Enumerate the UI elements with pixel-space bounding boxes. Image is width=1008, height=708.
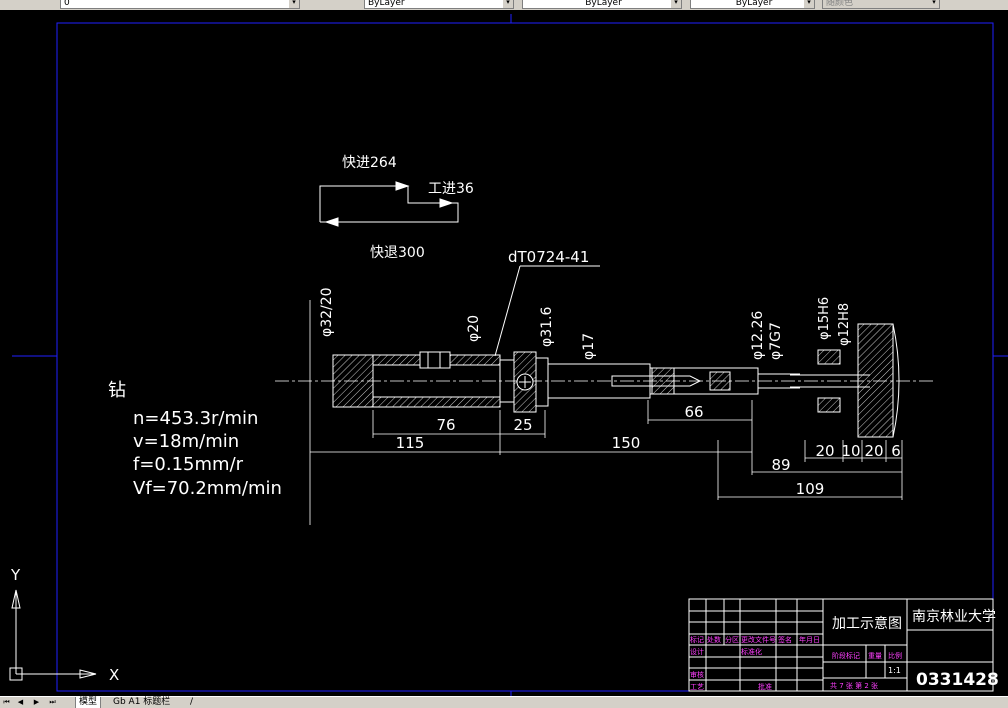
dim-25: 25 (513, 416, 532, 434)
param-v: v=18m/min (133, 431, 239, 452)
ucs-icon (9, 589, 97, 681)
layer-state-icon[interactable] (2, 0, 12, 8)
lineweight-value: ByLayer (735, 0, 773, 8)
dia-32-20-label: φ32/20 (319, 287, 335, 337)
chevron-down-icon: ▾ (503, 0, 513, 8)
layout-tabs-bar: ⏮ ◀ ▶ ⏭ 模型 Gb A1 标题栏 / (0, 696, 1008, 708)
process-label: 钻 (108, 380, 126, 401)
title-block: 标记 处数 分区 更改文件号 签名 年月日 设计 标准化 审核 工艺 批准 阶段… (688, 598, 999, 692)
linetype-dropdown[interactable]: ByLayer ▾ (522, 0, 682, 9)
tb-row-label-4: 更改文件号 (741, 635, 776, 644)
drawing-number: 0331428 (916, 670, 999, 690)
lineweight-dropdown[interactable]: ByLayer ▾ (690, 0, 815, 9)
chevron-down-icon: ▾ (804, 0, 814, 8)
param-vf: Vf=70.2mm/min (133, 478, 282, 499)
layer-dropdown[interactable]: 0 ▾ (60, 0, 300, 9)
dim-76: 76 (436, 416, 455, 434)
last-tab-icon[interactable]: ⏭ (48, 698, 57, 707)
param-f: f=0.15mm/r (133, 454, 244, 475)
dia-17-label: φ17 (581, 333, 597, 360)
school-name: 南京林业大学 (912, 609, 996, 625)
tb-row-label-2: 处数 (707, 635, 721, 644)
tb-row-label-6: 年月日 (799, 635, 820, 644)
feed-cycle-diagram: 快进264 工进36 快退300 (319, 155, 474, 261)
linetype-value: ByLayer (585, 0, 622, 8)
layer-value: 0 (64, 0, 70, 8)
tb-design-label: 设计 (690, 647, 704, 656)
dim-109: 109 (796, 480, 825, 498)
dia-15-label: φ15H6 (817, 297, 832, 340)
layer-previous-icon[interactable] (306, 0, 316, 8)
dim-115: 115 (396, 434, 425, 452)
dia-20-label: φ20 (466, 315, 482, 342)
drawing-canvas[interactable]: 快进264 工进36 快退300 φ32/20 φ20 φ31.6 φ17 φ1… (0, 10, 1008, 696)
dim-150: 150 (612, 434, 641, 452)
dim-66: 66 (684, 403, 703, 421)
feed-fast-in-text: 快进264 (342, 155, 397, 171)
color-value: ByLayer (368, 0, 405, 8)
dia-31-6-label: φ31.6 (539, 307, 555, 348)
cad-drawing[interactable]: 快进264 工进36 快退300 φ32/20 φ20 φ31.6 φ17 φ1… (0, 10, 1008, 696)
tb-standard-label: 标准化 (741, 647, 762, 656)
dim-10: 10 (841, 442, 860, 460)
cutting-parameters: 钻 n=453.3r/min v=18m/min f=0.15mm/r Vf=7… (108, 380, 282, 499)
tb-scale: 1:1 (888, 666, 901, 675)
drawing-title: 加工示意图 (832, 615, 902, 632)
tab-gb-a1[interactable]: Gb A1 标题栏 (113, 697, 170, 708)
dia-12-26-label: φ12.26 (750, 311, 766, 360)
tb-row-label-1: 标记 (690, 635, 704, 644)
tab-model[interactable]: 模型 (75, 697, 102, 708)
dia-12-label: φ12H8 (837, 303, 852, 346)
part-code-text: dT0724-41 (508, 248, 589, 266)
diameter-labels: φ32/20 φ20 φ31.6 φ17 φ12.26 φ7G7 φ15H6 φ… (319, 287, 852, 360)
tb-weight-label: 重量 (868, 652, 882, 660)
plotstyle-value: 随颜色 (826, 0, 854, 8)
dim-20b: 20 (864, 442, 883, 460)
ucs-y-label: Y (10, 566, 21, 584)
tb-approve-label: 批准 (758, 682, 772, 691)
chevron-down-icon: ▾ (929, 0, 939, 8)
feed-fast-out-text: 快退300 (370, 245, 425, 261)
next-tab-icon[interactable]: ▶ (32, 698, 41, 707)
chevron-down-icon: ▾ (671, 0, 681, 8)
param-n: n=453.3r/min (133, 408, 258, 429)
dim-6: 6 (891, 442, 901, 460)
tb-review-label: 审核 (690, 670, 704, 679)
prev-tab-icon[interactable]: ◀ (16, 698, 25, 707)
color-dropdown[interactable]: ByLayer ▾ (364, 0, 514, 9)
layer-manager-icon[interactable] (330, 0, 340, 8)
tool-holder (332, 323, 900, 438)
ucs-x-label: X (109, 666, 119, 684)
tab-separator: / (190, 697, 194, 707)
tb-ratio-label: 比例 (888, 651, 902, 660)
tb-row-label-5: 签名 (778, 635, 792, 644)
tb-stage-label: 阶段标记 (832, 651, 860, 660)
dia-7g7-label: φ7G7 (768, 322, 784, 360)
dim-89: 89 (771, 456, 790, 474)
tb-process-label: 工艺 (690, 683, 704, 691)
dim-20a: 20 (815, 442, 834, 460)
first-tab-icon[interactable]: ⏮ (2, 698, 11, 707)
chevron-down-icon: ▾ (289, 0, 299, 8)
feed-work-text: 工进36 (428, 181, 474, 197)
tb-sheet-info: 共 7 张 第 2 张 (830, 681, 878, 690)
plotstyle-dropdown[interactable]: 随颜色 ▾ (822, 0, 940, 9)
tb-row-label-3: 分区 (725, 635, 739, 644)
